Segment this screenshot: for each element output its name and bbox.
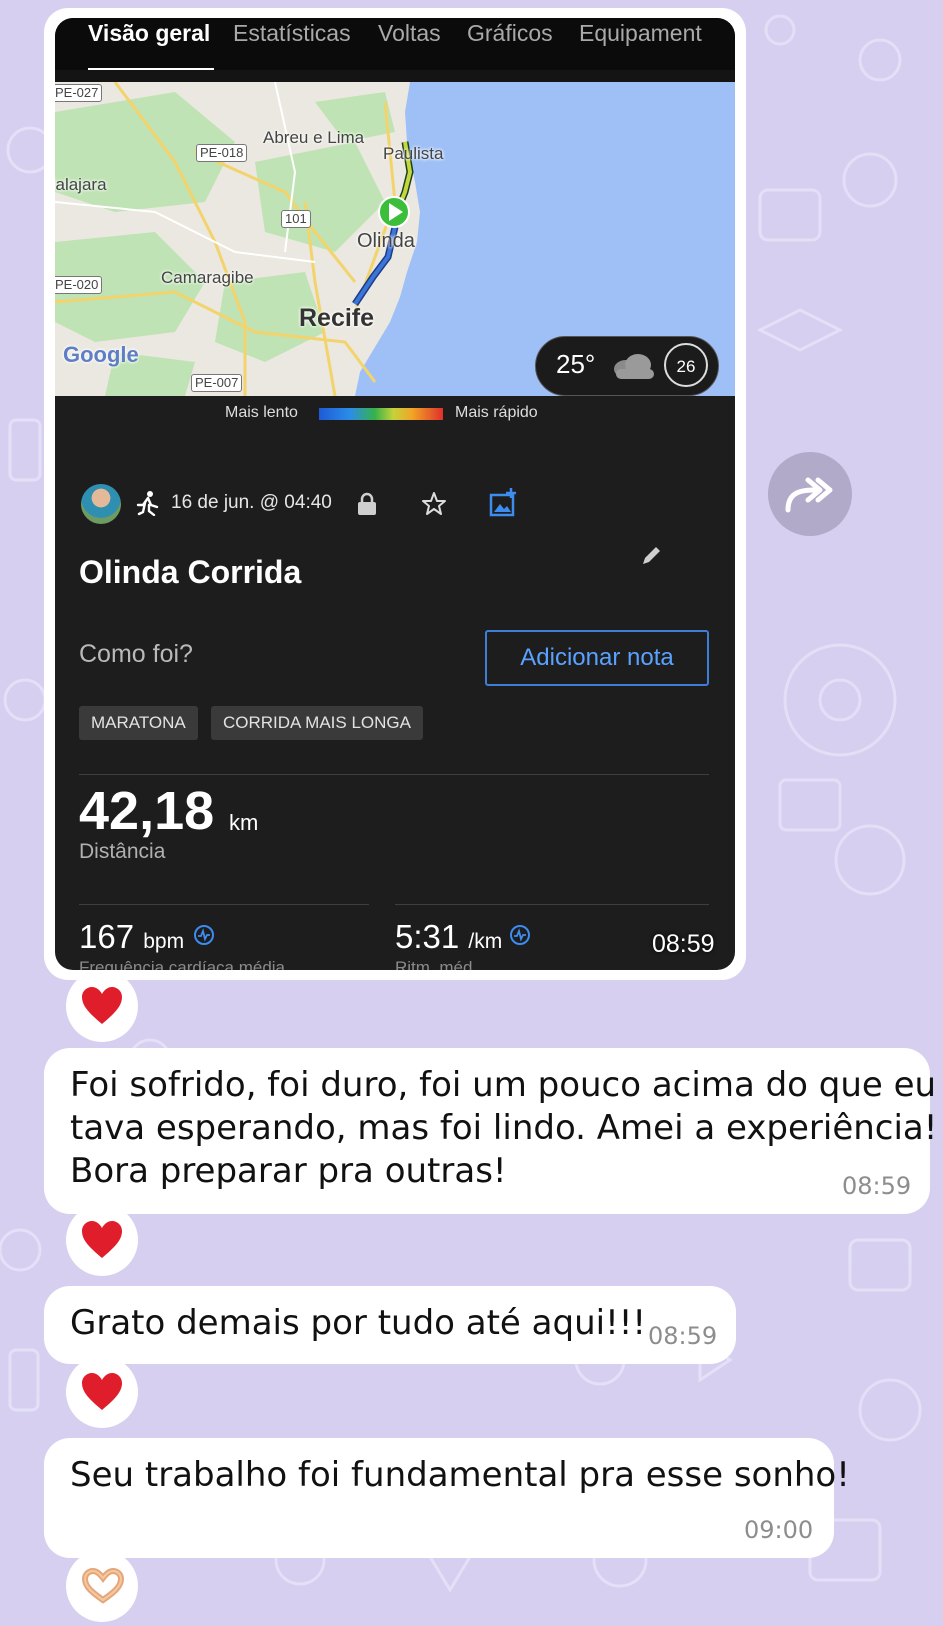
forward-icon [785,477,833,513]
map-label-abreu-e-lima: Abreu e Lima [263,128,365,147]
wind-speed-icon: 26 [664,343,708,387]
tab-visao-geral: Visão geral [88,20,211,46]
message-time: 08:59 [648,1322,718,1350]
heart-reaction[interactable] [66,1356,138,1428]
how-was-it-prompt: Como foi? [79,640,193,668]
pace-unit: /km [468,930,503,953]
message-line: tava esperando, mas foi lindo. Amei a ex… [70,1108,938,1148]
edit-pencil-icon[interactable] [639,544,663,568]
add-photo-icon[interactable] [489,488,517,518]
avg-pace-stat: 5:31 /km [395,918,502,956]
map-label-camaragibe: Camaragibe [161,268,254,287]
tab-separator [55,70,735,82]
heart-hands-icon [81,1567,125,1604]
message-bubble[interactable]: Grato demais por tudo até aqui!!! 08:59 [44,1286,736,1364]
heart-rate-value: 167 [79,918,135,955]
weather-badge: 25° 26 [535,336,719,396]
map-label-jalajara: Jalajara [55,175,107,194]
activity-title: Olinda Corrida [79,554,302,590]
pace-label: Ritm. méd. [395,958,478,970]
message-time: 08:59 [842,1172,912,1200]
activity-date: 16 de jun. @ 04:40 [171,492,332,513]
tab-estatisticas: Estatísticas [233,20,351,46]
red-heart-icon [82,1373,122,1410]
legend-slow-label: Mais lento [225,404,298,421]
garmin-screenshot-image[interactable]: Visão geral Estatísticas Voltas Gráficos… [55,18,735,970]
message-line: Seu trabalho foi fundamental pra esse so… [70,1455,850,1495]
running-icon [136,491,159,516]
heart-rate-label: Frequência cardíaca média [79,958,286,970]
heart-rate-unit: bpm [143,930,185,953]
tag-longest-run: CORRIDA MAIS LONGA [211,706,423,740]
legend-fast-label: Mais rápido [455,404,538,421]
map-label-pe007: PE-007 [191,374,243,392]
stat-divider-left [79,904,369,905]
distance-value: 42,18 [79,781,215,841]
pace-legend: Mais lento Mais rápido [55,396,735,432]
pace-gradient-bar [319,408,443,420]
route-map: PE-027 Abreu e Lima PE-018 Paulista Jala… [55,82,735,396]
forward-button[interactable] [768,452,852,536]
avatar [81,484,121,524]
tag-marathon: MARATONA [79,706,198,740]
add-note-button[interactable]: Adicionar nota [485,630,709,686]
heart-reaction[interactable] [66,970,138,1042]
cloud-icon [614,354,654,379]
message-line: Grato demais por tudo até aqui!!! [70,1303,646,1343]
stat-divider-right [395,904,709,905]
map-label-pe020: PE-020 [55,276,103,294]
map-label-pe018: PE-018 [196,144,248,162]
screenshot-tab-bar: Visão geral Estatísticas Voltas Gráficos… [55,18,735,71]
heart-reaction[interactable] [66,1204,138,1276]
message-bubble[interactable]: Seu trabalho foi fundamental pra esse so… [44,1438,850,1558]
map-label-pe027: PE-027 [55,84,103,102]
pace-info-icon[interactable] [509,924,531,946]
heart-hands-reaction[interactable] [66,1550,138,1622]
google-logo: Google [63,342,139,367]
star-icon[interactable] [421,491,447,517]
message-line: Foi sofrido, foi duro, foi um pouco acim… [70,1065,937,1105]
tab-voltas: Voltas [378,20,441,46]
map-label-recife: Recife [299,304,375,332]
activity-meta-row: 16 de jun. @ 04:40 [55,480,735,530]
message-line: Bora preparar pra outras! [70,1151,507,1191]
map-label-olinda: Olinda [357,230,415,252]
distance-unit: km [229,810,259,835]
heart-rate-info-icon[interactable] [193,924,215,946]
tab-equipamentos: Equipament [579,20,702,46]
avg-heart-rate-stat: 167 bpm [79,918,184,956]
map-label-101: 101 [281,210,311,228]
distance-label: Distância [79,840,166,863]
message-time: 09:00 [744,1516,814,1544]
message-bubble[interactable]: Foi sofrido, foi duro, foi um pouco acim… [44,1048,937,1214]
lock-icon [358,492,376,515]
tab-graficos: Gráficos [467,20,553,46]
photo-message-time: 08:59 [652,930,715,958]
pace-value: 5:31 [395,918,460,955]
section-divider [79,774,709,775]
red-heart-icon [82,987,122,1024]
red-heart-icon [82,1221,122,1258]
weather-temperature: 25° [556,349,596,379]
map-label-paulista: Paulista [383,144,444,163]
